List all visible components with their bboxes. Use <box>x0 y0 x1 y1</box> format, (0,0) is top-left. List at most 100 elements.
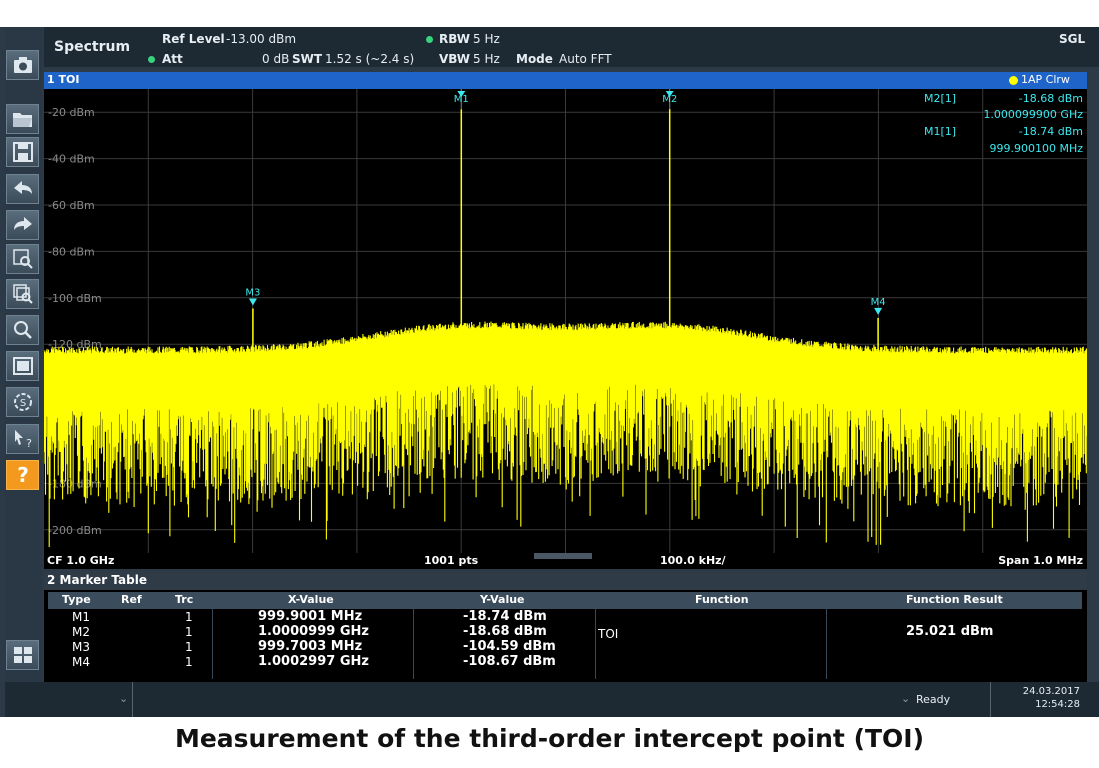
spectrum-chart[interactable]: -20 dBm-40 dBm-60 dBm-80 dBm-100 dBm-120… <box>44 89 1087 553</box>
marker-table: 2 Marker Table Type Ref Trc X-Value Y-Va… <box>44 571 1087 688</box>
sequencer-icon[interactable]: S <box>6 387 39 417</box>
ref-level-label: Ref Level <box>162 32 225 46</box>
column-header-trc: Trc <box>175 593 194 606</box>
table-row[interactable]: M3 1 999.7003 MHz -104.59 dBm <box>48 639 1082 654</box>
figure-caption: Measurement of the third-order intercept… <box>174 724 925 753</box>
svg-text:S: S <box>19 398 25 409</box>
marker-readout-label: M1[1] <box>924 125 957 138</box>
row-type: M4 <box>72 655 90 669</box>
svg-text:?: ? <box>17 463 29 487</box>
marker-table-title-text: 2 Marker Table <box>47 573 147 587</box>
full-screen-icon[interactable] <box>6 351 39 381</box>
rbw-label: RBW <box>439 32 470 46</box>
row-trc: 1 <box>185 655 193 669</box>
settings-header[interactable]: Spectrum Ref Level -13.00 dBm Att 0 dB S… <box>44 27 1099 67</box>
marker-readout-freq: 1.000099900 GHz <box>983 108 1083 121</box>
windows-icon[interactable] <box>6 640 39 670</box>
save-icon[interactable] <box>6 137 39 167</box>
trace-window-title[interactable]: 1 TOI 1AP Clrw <box>44 72 1087 89</box>
marker-label: M2 <box>662 94 677 105</box>
marker-label: M3 <box>245 287 260 298</box>
column-header-type: Type <box>62 593 91 606</box>
column-header-ref: Ref <box>121 593 142 606</box>
table-row[interactable]: M1 1 999.9001 MHz -18.74 dBm <box>48 609 1082 624</box>
row-function-result: 25.021 dBm <box>906 624 994 639</box>
row-function: TOI <box>598 627 619 641</box>
redo-icon[interactable] <box>6 210 39 240</box>
marker-readout-value: -18.74 dBm <box>1018 125 1083 138</box>
open-folder-icon[interactable] <box>6 104 39 134</box>
trace-color-dot <box>1009 76 1018 85</box>
chevron-down-icon[interactable]: ⌄ <box>119 692 128 705</box>
zoom-reset-icon[interactable] <box>6 315 39 345</box>
marker-label: M4 <box>871 297 886 308</box>
undo-icon[interactable] <box>6 174 39 204</box>
marker-table-header: Type Ref Trc X-Value Y-Value Function Fu… <box>48 592 1082 609</box>
center-frequency[interactable]: CF 1.0 GHz <box>47 554 114 567</box>
att-value[interactable]: 0 dB <box>262 52 289 66</box>
rbw-value[interactable]: 5 Hz <box>473 32 500 46</box>
table-row[interactable]: M2 1 1.0000999 GHz -18.68 dBm TOI 25.021… <box>48 624 1082 641</box>
row-type: M2 <box>72 625 90 639</box>
mode-value[interactable]: Auto FFT <box>559 52 612 66</box>
zoom-icon[interactable] <box>6 244 39 274</box>
att-status-dot <box>148 56 155 63</box>
y-tick-label: -60 dBm <box>48 199 95 212</box>
row-trc: 1 <box>185 640 193 654</box>
marker-triangle <box>248 298 257 306</box>
left-toolbar: S ? ? <box>5 27 42 717</box>
span[interactable]: Span 1.0 MHz <box>998 554 1083 567</box>
row-x-value: 999.9001 MHz <box>258 609 363 624</box>
row-type: M1 <box>72 610 90 624</box>
chevron-down-icon[interactable]: ⌄ <box>901 692 910 705</box>
ref-level-value[interactable]: -13.00 dBm <box>226 32 296 46</box>
row-y-value: -104.59 dBm <box>463 639 556 654</box>
row-x-value: 1.0000999 GHz <box>258 624 369 639</box>
analyzer-window: S ? ? Spectrum Ref Level -13.00 dBm Att … <box>0 27 1099 717</box>
status-divider <box>990 682 991 717</box>
sweep-points: 1001 pts <box>424 554 479 567</box>
column-header-x-value: X-Value <box>288 593 334 606</box>
svg-text:?: ? <box>26 437 32 450</box>
trace-legend[interactable]: 1AP Clrw <box>1021 73 1070 86</box>
vbw-label: VBW <box>439 52 471 66</box>
y-tick-label: -80 dBm <box>48 245 95 258</box>
marker-readout-value: -18.68 dBm <box>1018 92 1083 105</box>
row-y-value: -18.74 dBm <box>463 609 547 624</box>
column-header-y-value: Y-Value <box>480 593 525 606</box>
row-y-value: -18.68 dBm <box>463 624 547 639</box>
y-tick-label: -180 dBm <box>48 477 102 490</box>
swt-label: SWT <box>292 52 323 66</box>
camera-icon[interactable] <box>6 50 39 80</box>
marker-readout-label: M2[1] <box>924 92 957 105</box>
row-x-value: 1.0002997 GHz <box>258 654 369 669</box>
message-area[interactable] <box>5 682 133 717</box>
plot-footer: CF 1.0 GHz 1001 pts 100.0 kHz/ Span 1.0 … <box>44 553 1087 569</box>
mode-title[interactable]: Spectrum <box>54 39 130 55</box>
status-date: 24.03.2017 <box>1022 686 1080 697</box>
marker-triangle <box>874 307 883 315</box>
row-trc: 1 <box>185 625 193 639</box>
spectrum-plot[interactable]: -20 dBm -40 dBm -60 dBm -80 dBm -100 dBm -120… <box>44 89 1087 553</box>
marker-readout-freq: 999.900100 MHz <box>989 142 1083 155</box>
row-type: M3 <box>72 640 90 654</box>
mode-label: Mode <box>516 52 553 66</box>
sweep-mode[interactable]: SGL <box>1059 32 1085 46</box>
frequency-division: 100.0 kHz/ <box>660 554 726 567</box>
swt-value[interactable]: 1.52 s (~2.4 s) <box>325 52 414 66</box>
window-title: 1 TOI <box>47 73 80 86</box>
help-icon[interactable]: ? <box>6 460 39 490</box>
column-header-function-result: Function Result <box>906 593 1003 606</box>
marker-table-body: M1 1 999.9001 MHz -18.74 dBm M2 1 1.0000… <box>48 609 1082 679</box>
status-bar: ⌄ ⌄ Ready 24.03.2017 12:54:28 <box>5 682 1099 717</box>
y-tick-label: -100 dBm <box>48 292 102 305</box>
att-label: Att <box>162 52 183 66</box>
multi-zoom-icon[interactable] <box>6 279 39 309</box>
marker-label: M1 <box>454 94 469 105</box>
y-tick-label: -40 dBm <box>48 153 95 166</box>
marker-table-title[interactable]: 2 Marker Table <box>44 571 1087 590</box>
table-row[interactable]: M4 1 1.0002997 GHz -108.67 dBm <box>48 654 1082 669</box>
vbw-value[interactable]: 5 Hz <box>473 52 500 66</box>
window-resize-handle[interactable] <box>534 553 592 559</box>
help-pointer-icon[interactable]: ? <box>6 424 39 454</box>
